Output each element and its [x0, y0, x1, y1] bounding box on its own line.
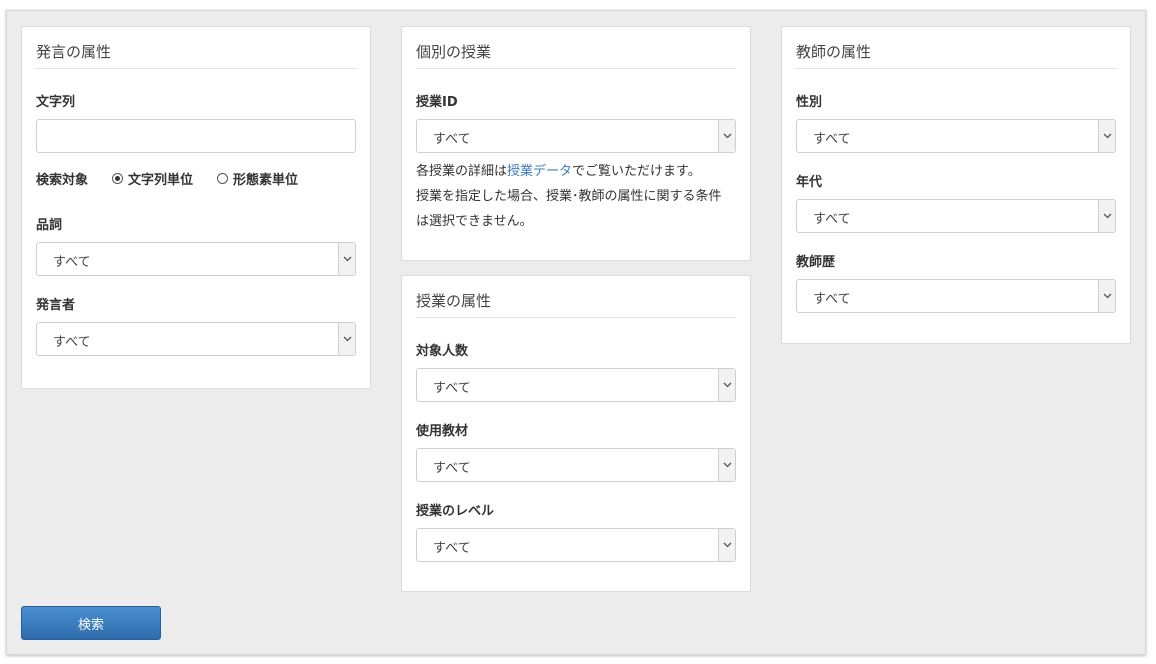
help-line3: は選択できません。 [416, 214, 533, 229]
radio-string-unit-label: 文字列単位 [128, 173, 194, 188]
pos-select-value: すべて [53, 255, 91, 270]
chevron-down-icon[interactable] [1098, 200, 1115, 232]
lesson-data-link[interactable]: 授業データ [507, 164, 572, 179]
age-label: 年代 [796, 175, 823, 190]
chevron-down-icon[interactable] [718, 369, 735, 401]
gender-select[interactable]: すべて [796, 119, 1116, 153]
panel-title: 教師の属性 [796, 41, 1116, 69]
class-size-select-value: すべて [433, 381, 471, 396]
lesson-id-select-value: すべて [433, 132, 471, 147]
chevron-down-icon[interactable] [1098, 120, 1115, 152]
chevron-down-icon[interactable] [718, 120, 735, 152]
lesson-attributes-panel: 授業の属性 対象人数 すべて 使用教材 すべて 授業のレベル すべて [401, 275, 751, 592]
material-select[interactable]: すべて [416, 448, 736, 482]
age-select[interactable]: すべて [796, 199, 1116, 233]
help-prefix: 各授業の詳細は [416, 164, 508, 179]
help-suffix: でご覧いただけます。 [572, 164, 701, 179]
panel-title: 授業の属性 [416, 290, 736, 318]
experience-select-value: すべて [813, 292, 851, 307]
string-label: 文字列 [36, 95, 76, 110]
lesson-id-select[interactable]: すべて [416, 119, 736, 153]
lesson-help-text: 各授業の詳細は授業データでご覧いただけます。 授業を指定した場合、授業･教師の属… [416, 159, 736, 234]
chevron-down-icon[interactable] [338, 243, 355, 275]
experience-select[interactable]: すべて [796, 279, 1116, 313]
search-target-label: 検索対象 [36, 173, 89, 188]
gender-select-value: すべて [813, 132, 851, 147]
lesson-id-label: 授業ID [416, 95, 458, 110]
help-line2: 授業を指定した場合、授業･教師の属性に関する条件 [416, 189, 722, 204]
radio-morpheme-unit-label: 形態素単位 [233, 173, 299, 188]
radio-string-unit[interactable]: 文字列単位 [112, 169, 193, 188]
gender-label: 性別 [796, 95, 823, 110]
radio-unchecked-icon[interactable] [217, 173, 229, 184]
individual-lesson-panel: 個別の授業 授業ID すべて 各授業の詳細は授業データでご覧いただけます。 授業… [401, 26, 751, 261]
age-select-value: すべて [813, 212, 851, 227]
level-label: 授業のレベル [416, 504, 495, 519]
search-form: 発言の属性 文字列 検索対象 文字列単位 形態素単位 品詞 すべて 発言者 すべ… [6, 10, 1146, 655]
material-label: 使用教材 [416, 424, 469, 439]
speaker-select[interactable]: すべて [36, 322, 356, 356]
class-size-label: 対象人数 [416, 344, 469, 359]
speaker-select-value: すべて [53, 335, 91, 350]
class-size-select[interactable]: すべて [416, 368, 736, 402]
material-select-value: すべて [433, 461, 471, 476]
utterance-attributes-panel: 発言の属性 文字列 検索対象 文字列単位 形態素単位 品詞 すべて 発言者 すべ… [21, 26, 371, 389]
pos-label: 品詞 [36, 218, 63, 233]
search-target-group: 検索対象 文字列単位 形態素単位 [36, 169, 356, 188]
experience-label: 教師歴 [796, 255, 836, 270]
speaker-label: 発言者 [36, 298, 76, 313]
radio-checked-icon[interactable] [112, 173, 124, 184]
chevron-down-icon[interactable] [718, 449, 735, 481]
pos-select[interactable]: すべて [36, 242, 356, 276]
string-input[interactable] [36, 119, 356, 153]
chevron-down-icon[interactable] [718, 529, 735, 561]
chevron-down-icon[interactable] [338, 323, 355, 355]
teacher-attributes-panel: 教師の属性 性別 すべて 年代 すべて 教師歴 すべて [781, 26, 1131, 344]
panel-title: 発言の属性 [36, 41, 356, 69]
level-select-value: すべて [433, 541, 471, 556]
panel-title: 個別の授業 [416, 41, 736, 69]
level-select[interactable]: すべて [416, 528, 736, 562]
chevron-down-icon[interactable] [1098, 280, 1115, 312]
radio-morpheme-unit[interactable]: 形態素単位 [217, 169, 298, 188]
search-button[interactable]: 検索 [21, 606, 161, 640]
